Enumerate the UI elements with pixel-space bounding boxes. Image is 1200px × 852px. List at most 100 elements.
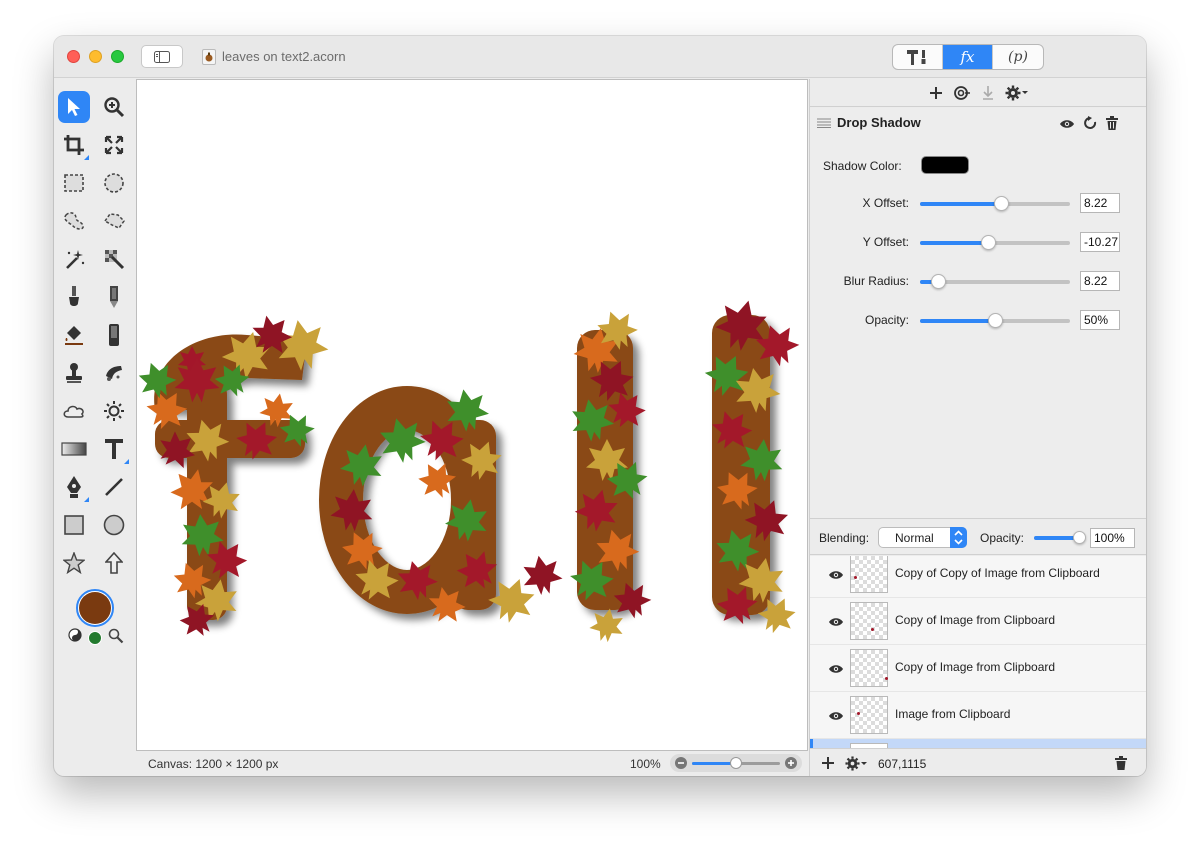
transform-tool[interactable]: [98, 129, 130, 161]
brush-tool[interactable]: [58, 281, 90, 313]
blend-mode-select[interactable]: Normal: [878, 527, 967, 548]
add-layer-icon[interactable]: [822, 757, 834, 769]
param-label: Opacity:: [864, 313, 909, 327]
tab-p[interactable]: (p): [993, 45, 1043, 69]
layer-opacity-slider[interactable]: [1034, 531, 1086, 544]
gradient-icon: [61, 442, 87, 456]
shadow-color-well[interactable]: [921, 156, 969, 174]
trash-icon[interactable]: [1106, 116, 1118, 130]
sun-tool[interactable]: [98, 395, 130, 427]
layer-row[interactable]: FallFallfx: [810, 739, 1146, 748]
layer-row[interactable]: Copy of Copy of Image from Clipboard: [810, 556, 1146, 598]
smudge-icon: [106, 366, 122, 381]
zoom-slider-control[interactable]: [670, 754, 802, 772]
cloud-icon: [63, 405, 84, 418]
swap-colors-icon[interactable]: [68, 628, 82, 647]
layer-name: Copy of Image from Clipboard: [895, 613, 1056, 627]
eyedropper-icon[interactable]: [108, 628, 124, 649]
zoom-icon: [104, 97, 125, 118]
image-canvas[interactable]: [136, 79, 808, 751]
title-bar: leaves on text2.acorn fx (p): [54, 36, 1146, 78]
lasso-tool[interactable]: [58, 205, 90, 237]
close-window-button[interactable]: [67, 50, 80, 63]
zoom-in-icon[interactable]: [784, 756, 798, 770]
star-tool[interactable]: [58, 547, 90, 579]
paint-bucket-tool[interactable]: [58, 319, 90, 351]
zoom-track[interactable]: [692, 757, 780, 769]
add-filter-icon[interactable]: [929, 86, 943, 100]
secondary-color-swatch[interactable]: [88, 631, 102, 645]
layer-opacity-input[interactable]: 100%: [1090, 528, 1135, 548]
param-slider[interactable]: [920, 196, 1070, 211]
zoom-window-button[interactable]: [111, 50, 124, 63]
document-title: leaves on text2.acorn: [222, 49, 346, 64]
layer-visibility-icon[interactable]: [828, 614, 844, 632]
filter-presets-icon[interactable]: [953, 85, 971, 101]
status-bar: Canvas: 1200 × 1200 px 100%: [136, 751, 808, 776]
zoom-knob[interactable]: [730, 757, 742, 769]
rect-select-tool[interactable]: [58, 167, 90, 199]
arrow-tool[interactable]: [98, 547, 130, 579]
apply-filter-icon[interactable]: [981, 85, 995, 101]
layer-gear-menu[interactable]: [845, 756, 868, 771]
eraser-tool[interactable]: [98, 319, 130, 351]
layer-visibility-icon[interactable]: [828, 567, 844, 585]
tools-icon: [906, 50, 925, 65]
pen-icon: [67, 476, 81, 498]
zoom-out-icon[interactable]: [674, 756, 688, 770]
param-value-input[interactable]: 8.22: [1080, 193, 1120, 213]
param-label: X Offset:: [862, 196, 909, 210]
layer-visibility-icon[interactable]: [828, 661, 844, 679]
param-slider[interactable]: [920, 274, 1070, 289]
foreground-color-well[interactable]: [76, 589, 114, 627]
pen-tool[interactable]: [58, 471, 90, 503]
param-slider[interactable]: [920, 313, 1070, 328]
layer-row[interactable]: Image from Clipboard: [810, 692, 1146, 739]
pencil-tool[interactable]: [98, 281, 130, 313]
cloud-tool[interactable]: [58, 395, 90, 427]
sidebar-toggle-button[interactable]: [141, 45, 183, 68]
line-tool[interactable]: [98, 471, 130, 503]
text-tool[interactable]: [98, 433, 130, 465]
layer-opacity-label: Opacity:: [980, 531, 1025, 545]
tab-fx[interactable]: fx: [943, 45, 993, 69]
param-slider-knob[interactable]: [994, 196, 1009, 211]
shadow-color-label: Shadow Color:: [823, 159, 902, 173]
magic-wand-tool[interactable]: [58, 243, 90, 275]
polygon-lasso-tool[interactable]: [98, 205, 130, 237]
delete-layer-icon[interactable]: [1115, 756, 1127, 770]
param-value-input[interactable]: 8.22: [1080, 271, 1120, 291]
layer-thumbnail: [850, 696, 888, 734]
rectangle-tool[interactable]: [58, 509, 90, 541]
minimize-window-button[interactable]: [89, 50, 102, 63]
smudge-tool[interactable]: [98, 357, 130, 389]
eye-icon[interactable]: [1059, 119, 1075, 129]
param-slider-knob[interactable]: [988, 313, 1003, 328]
arrow-icon: [105, 552, 123, 574]
clone-stamp-tool[interactable]: [58, 357, 90, 389]
param-slider[interactable]: [920, 235, 1070, 250]
select-tool[interactable]: [58, 91, 90, 123]
param-slider-knob[interactable]: [931, 274, 946, 289]
tab-tools[interactable]: [893, 45, 943, 69]
reset-icon[interactable]: [1084, 116, 1098, 131]
param-slider-knob[interactable]: [980, 235, 996, 250]
color-select-tool[interactable]: [98, 243, 130, 275]
ellipse-select-tool[interactable]: [98, 167, 130, 199]
paint-bucket-icon: [65, 326, 83, 345]
layer-visibility-icon[interactable]: [828, 708, 844, 726]
filter-gear-menu[interactable]: [1005, 85, 1029, 101]
param-value-input[interactable]: 50%: [1080, 310, 1120, 330]
zoom-tool[interactable]: [98, 91, 130, 123]
param-value-input[interactable]: -10.27: [1080, 232, 1120, 252]
layer-row[interactable]: Copy of Image from Clipboard: [810, 645, 1146, 692]
oval-tool[interactable]: [98, 509, 130, 541]
sun-icon: [104, 401, 124, 421]
layer-thumbnail: [850, 556, 888, 593]
crop-tool[interactable]: [58, 129, 90, 161]
gradient-tool[interactable]: [58, 433, 90, 465]
layer-row[interactable]: Copy of Image from Clipboard: [810, 598, 1146, 645]
blending-bar: Blending: Normal Opacity: 100%: [810, 518, 1146, 555]
drag-handle-icon[interactable]: [817, 118, 831, 128]
drop-shadow-header: Drop Shadow: [810, 108, 1146, 138]
